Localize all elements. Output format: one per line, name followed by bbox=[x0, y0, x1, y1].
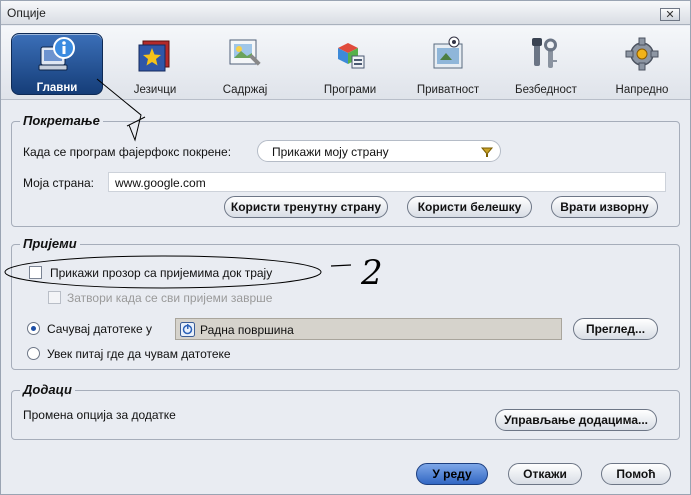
startup-when-label: Када се програм фајерфокс покрене: bbox=[23, 145, 232, 159]
tab-content[interactable]: Садржај bbox=[200, 30, 290, 96]
cancel-button[interactable]: Откажи bbox=[508, 463, 582, 485]
show-downloads-label: Прикажи прозор са пријемима док трају bbox=[50, 266, 273, 280]
help-button[interactable]: Помоћ bbox=[601, 463, 671, 485]
options-window: Опције ✕ Главни Језичци Садржај Програми… bbox=[0, 0, 691, 495]
tab-label: Језичци bbox=[133, 84, 177, 96]
save-to-label: Сачувај датотеке у bbox=[47, 322, 152, 336]
restore-default-button[interactable]: Врати изворну bbox=[551, 196, 658, 218]
advanced-gear-icon bbox=[622, 34, 662, 74]
close-icon[interactable]: ✕ bbox=[660, 8, 680, 21]
home-page-input[interactable]: www.google.com bbox=[108, 172, 666, 192]
privacy-icon bbox=[428, 34, 468, 74]
tab-label: Програми bbox=[323, 84, 377, 96]
show-downloads-checkbox[interactable] bbox=[29, 266, 42, 279]
use-bookmark-button[interactable]: Користи белешку bbox=[407, 196, 532, 218]
ok-button[interactable]: У реду bbox=[416, 463, 488, 485]
addons-text: Промена опција за додатке bbox=[23, 408, 176, 422]
tab-main[interactable]: Главни bbox=[11, 33, 103, 95]
save-to-radio[interactable] bbox=[27, 322, 40, 335]
use-current-page-button[interactable]: Користи тренутну страну bbox=[224, 196, 388, 218]
startup-dropdown[interactable]: Прикажи моју страну bbox=[257, 140, 501, 162]
download-folder-field[interactable]: Радна површина bbox=[175, 318, 562, 340]
chevron-down-icon bbox=[480, 144, 494, 158]
title-bar: Опције ✕ bbox=[1, 1, 690, 25]
tabs-star-icon bbox=[135, 34, 175, 74]
startup-legend: Покретање bbox=[20, 113, 103, 128]
folder-icon bbox=[180, 322, 195, 337]
always-ask-label: Увек питај где да чувам датотеке bbox=[47, 347, 231, 361]
downloads-legend: Пријеми bbox=[20, 236, 80, 251]
applications-icon bbox=[330, 34, 370, 74]
tab-privacy[interactable]: Приватност bbox=[403, 30, 493, 96]
security-icon bbox=[526, 34, 566, 74]
startup-dropdown-value: Прикажи моју страну bbox=[272, 145, 389, 159]
tab-applications[interactable]: Програми bbox=[305, 30, 395, 96]
category-toolbar: Главни Језичци Садржај Програми Приватно… bbox=[1, 26, 690, 100]
addons-legend: Додаци bbox=[20, 382, 75, 397]
tab-security[interactable]: Безбедност bbox=[501, 30, 591, 96]
tab-advanced[interactable]: Напредно bbox=[597, 30, 687, 96]
download-folder-value: Радна површина bbox=[200, 323, 294, 337]
main-icon bbox=[37, 35, 77, 75]
tab-label: Напредно bbox=[615, 84, 669, 96]
close-when-done-checkbox[interactable] bbox=[48, 291, 61, 304]
close-when-done-label: Затвори када се сви пријеми заврше bbox=[67, 291, 273, 305]
content-icon bbox=[225, 34, 265, 74]
browse-button[interactable]: Преглед... bbox=[573, 318, 658, 340]
tab-label: Безбедност bbox=[515, 84, 577, 96]
home-page-value: www.google.com bbox=[115, 176, 206, 190]
home-page-label: Моја страна: bbox=[23, 176, 94, 190]
tab-tabs[interactable]: Језичци bbox=[110, 30, 200, 96]
always-ask-radio[interactable] bbox=[27, 347, 40, 360]
window-title: Опције bbox=[7, 6, 46, 20]
tab-label: Главни bbox=[36, 82, 78, 94]
tab-label: Садржај bbox=[222, 84, 268, 96]
tab-label: Приватност bbox=[416, 84, 480, 96]
manage-addons-button[interactable]: Управљање додацима... bbox=[495, 409, 657, 431]
